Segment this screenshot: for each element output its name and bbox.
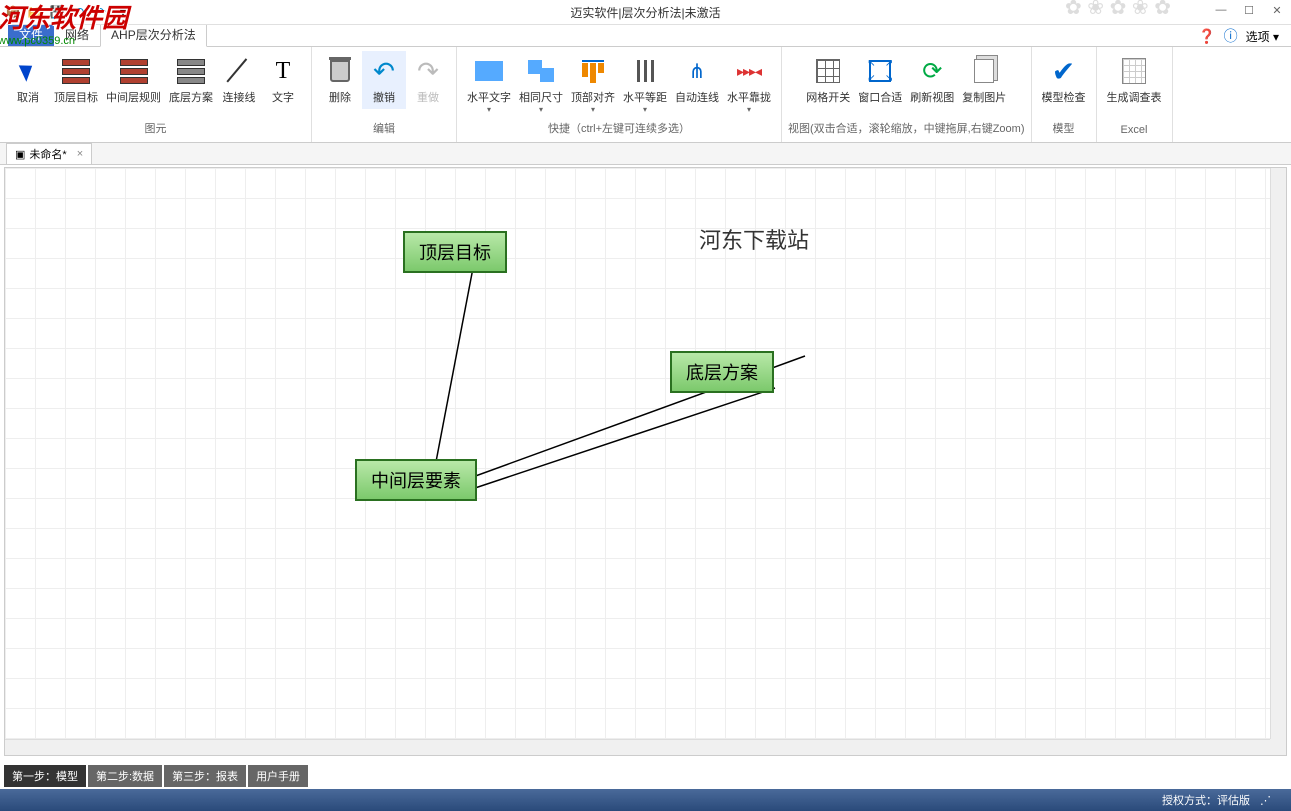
autoconn-icon: ⋔ (689, 59, 706, 84)
ribbon-group-view: 网格开关 ↖↗↙↘ 窗口合适 ⟳ 刷新视图 复制图片 视图(双击合适，滚轮缩放，… (782, 47, 1032, 142)
doc-tab-label: 未命名* (29, 146, 66, 162)
close-tab-icon[interactable]: × (77, 148, 83, 160)
line-icon (225, 57, 253, 85)
title-decoration: ✿ ❀ ✿ ❀ ✿ (1065, 0, 1171, 20)
ribbon-group-excel: 生成调查表 Excel (1097, 47, 1173, 142)
delete-button[interactable]: 删除 (318, 51, 362, 109)
excel-icon (1122, 58, 1146, 84)
ribbon-group-quick: 水平文字▾ 相同尺寸▾ 顶部对齐▾ 水平等距▾ ⋔ 自动连线 ▸▸▸◂ 水平靠拢… (457, 47, 782, 142)
undo-icon: ↶ (373, 56, 395, 87)
connector-lines (5, 168, 1270, 739)
check-icon: ✔ (1052, 55, 1075, 88)
horizontal-scrollbar[interactable] (5, 739, 1270, 755)
qat-dropdown-icon[interactable]: ▾ (114, 3, 132, 21)
group-label-quick: 快捷（ctrl+左键可连续多选） (548, 120, 690, 138)
step2-tab[interactable]: 第二步:数据 (88, 765, 162, 787)
heq-icon (637, 60, 654, 82)
close-button[interactable]: ✕ (1263, 0, 1291, 20)
topalign-icon (582, 60, 604, 83)
gensurvey-button[interactable]: 生成调查表 (1103, 51, 1166, 109)
maximize-button[interactable]: ☐ (1235, 0, 1263, 20)
window-title: 迈实软件|层次分析法|未激活 (570, 4, 720, 21)
copy-icon (974, 59, 994, 83)
manual-tab[interactable]: 用户手册 (248, 765, 308, 787)
quick-access-toolbar: 📦 📂 💾 ↶ ↷ ▾ (0, 3, 132, 21)
ribbon-group-elements: 取消 顶层目标 中间层规则 底层方案 连接线 T 文字 图元 (0, 47, 312, 142)
document-tab-bar: ▣ 未命名* × (0, 143, 1291, 165)
copyimg-button[interactable]: 复制图片 (958, 51, 1010, 109)
hsnap-icon: ▸▸▸◂ (737, 63, 761, 80)
vertical-scrollbar[interactable] (1270, 168, 1286, 739)
htext-button[interactable]: 水平文字▾ (463, 51, 515, 118)
group-label-excel: Excel (1121, 124, 1148, 138)
cursor-icon (19, 60, 37, 81)
topalign-button[interactable]: 顶部对齐▾ (567, 51, 619, 118)
layer-icon (120, 59, 148, 84)
canvas-container: 顶层目标 底层方案 中间层要素 河东下载站 (4, 167, 1287, 756)
text-button[interactable]: T 文字 (261, 51, 305, 109)
layer-icon (177, 59, 205, 84)
heq-button[interactable]: 水平等距▾ (619, 51, 671, 118)
help-icon[interactable]: ❓ (1198, 28, 1215, 45)
step1-tab[interactable]: 第一步：模型 (4, 765, 86, 787)
ribbon-tab-file[interactable]: 文件 (8, 22, 54, 46)
fit-button[interactable]: ↖↗↙↘ 窗口合适 (854, 51, 906, 109)
resize-grip-icon[interactable]: ⋰ (1260, 794, 1271, 807)
layer-icon (62, 59, 90, 84)
group-label-edit: 编辑 (373, 120, 395, 138)
ribbon-group-model: ✔ 模型检查 模型 (1032, 47, 1097, 142)
window-controls: — ☐ ✕ (1207, 0, 1291, 20)
node-bottom-plan[interactable]: 底层方案 (670, 351, 774, 393)
qat-app-icon[interactable]: 📦 (4, 3, 22, 21)
cube-icon: ▣ (15, 148, 25, 161)
top-goal-button[interactable]: 顶层目标 (50, 51, 102, 109)
ribbon-toolbar: 取消 顶层目标 中间层规则 底层方案 连接线 T 文字 图元 (0, 47, 1291, 143)
ribbon-tab-network[interactable]: 网络 (54, 22, 100, 46)
trash-icon (330, 60, 350, 82)
grid-button[interactable]: 网格开关 (802, 51, 854, 109)
group-label-model: 模型 (1053, 120, 1075, 138)
options-button[interactable]: 选项 ▾ (1246, 28, 1279, 45)
info-icon[interactable]: ⓘ (1224, 26, 1238, 46)
qat-redo-icon[interactable]: ↷ (92, 3, 110, 21)
node-top-goal[interactable]: 顶层目标 (403, 231, 507, 273)
samesize-icon (528, 60, 554, 82)
minimize-button[interactable]: — (1207, 0, 1235, 20)
ribbon-group-edit: 删除 ↶ 撤销 ↷ 重做 编辑 (312, 47, 457, 142)
refresh-button[interactable]: ⟳ 刷新视图 (906, 51, 958, 109)
status-bar: 授权方式：评估版 ⋰ (0, 789, 1291, 811)
undo-button[interactable]: ↶ 撤销 (362, 51, 406, 109)
redo-button[interactable]: ↷ 重做 (406, 51, 450, 109)
connector-button[interactable]: 连接线 (217, 51, 261, 109)
check-button[interactable]: ✔ 模型检查 (1038, 51, 1090, 109)
htext-icon (475, 61, 503, 81)
qat-undo-icon[interactable]: ↶ (70, 3, 88, 21)
document-tab[interactable]: ▣ 未命名* × (6, 143, 92, 164)
refresh-icon: ⟳ (922, 57, 942, 86)
bottom-step-tabs: 第一步：模型 第二步:数据 第三步：报表 用户手册 (4, 765, 310, 787)
step3-tab[interactable]: 第三步：报表 (164, 765, 246, 787)
samesize-button[interactable]: 相同尺寸▾ (515, 51, 567, 118)
text-icon: T (276, 58, 291, 85)
canvas-watermark-text: 河东下载站 (699, 223, 809, 255)
qat-save-icon[interactable]: 💾 (48, 3, 66, 21)
status-license: 授权方式：评估版 (1162, 792, 1250, 808)
autoconn-button[interactable]: ⋔ 自动连线 (671, 51, 723, 109)
ribbon-tab-bar: 文件 网络 AHP层次分析法 ❓ ⓘ 选项 ▾ (0, 25, 1291, 47)
ribbon-tab-ahp[interactable]: AHP层次分析法 (100, 22, 207, 47)
grid-icon (816, 59, 840, 83)
title-bar: 📦 📂 💾 ↶ ↷ ▾ 迈实软件|层次分析法|未激活 ✿ ❀ ✿ ❀ ✿ — ☐… (0, 0, 1291, 25)
fit-icon: ↖↗↙↘ (869, 60, 891, 82)
node-mid-element[interactable]: 中间层要素 (355, 459, 477, 501)
cancel-button[interactable]: 取消 (6, 51, 50, 109)
redo-icon: ↷ (417, 56, 439, 87)
mid-rule-button[interactable]: 中间层规则 (102, 51, 165, 109)
group-label-view: 视图(双击合适，滚轮缩放，中键拖屏,右键Zoom) (788, 120, 1025, 138)
hsnap-button[interactable]: ▸▸▸◂ 水平靠拢▾ (723, 51, 775, 118)
qat-open-icon[interactable]: 📂 (26, 3, 44, 21)
group-label-elements: 图元 (145, 120, 167, 138)
scroll-corner (1270, 739, 1286, 755)
bottom-plan-button[interactable]: 底层方案 (165, 51, 217, 109)
diagram-canvas[interactable]: 顶层目标 底层方案 中间层要素 河东下载站 (5, 168, 1270, 739)
